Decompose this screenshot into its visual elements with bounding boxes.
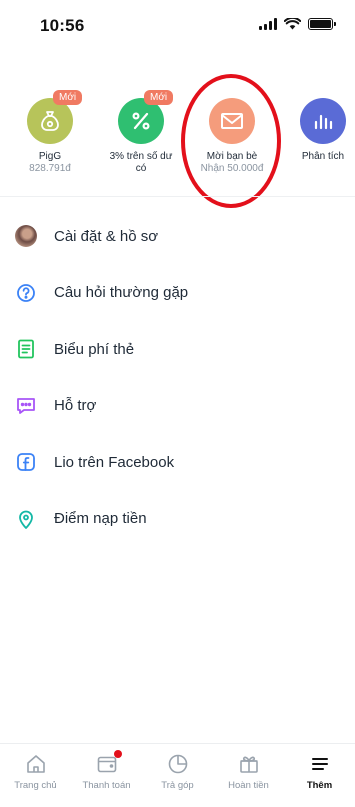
- divider: [0, 196, 355, 197]
- bottom-nav: Trang chủ Thanh toán Trả góp Hoàn tiền T…: [0, 743, 355, 807]
- chat-bubble-icon: [17, 397, 35, 414]
- tab-more[interactable]: Thêm: [284, 744, 355, 807]
- menu-item-label: Lio trên Facebook: [54, 453, 175, 471]
- location-pin-icon: [19, 510, 33, 529]
- new-badge: Mới: [144, 90, 174, 105]
- feature-pigg-circle: Mới: [27, 90, 83, 144]
- feature-analytics-circle: [300, 98, 346, 144]
- cellular-signal-icon: [259, 18, 277, 30]
- feature-shortcuts: Mới PigG 828.791đ Mới 3% trên số dư có M…: [0, 90, 355, 200]
- tab-installment[interactable]: Trả góp: [142, 744, 213, 807]
- avatar: [15, 225, 37, 248]
- pie-chart-icon: [168, 754, 187, 774]
- feature-analytics[interactable]: Phân tích: [275, 90, 355, 163]
- menu-item-card-fees[interactable]: Biểu phí thẻ: [0, 321, 355, 378]
- tab-label: Thêm: [306, 780, 333, 791]
- tab-label: Thanh toán: [82, 780, 131, 791]
- menu-item-faq[interactable]: Câu hỏi thường gặp: [0, 265, 355, 322]
- feature-label: PigG: [38, 151, 62, 162]
- battery-icon: [308, 18, 336, 30]
- home-icon: [26, 755, 45, 773]
- status-icons: [259, 18, 336, 30]
- menu-item-facebook[interactable]: Lio trên Facebook: [0, 434, 355, 491]
- highlight-ring-annotation: [181, 74, 281, 208]
- tab-cashback[interactable]: Hoàn tiền: [213, 744, 284, 807]
- tab-payment[interactable]: Thanh toán: [71, 744, 142, 807]
- menu-list: Cài đặt & hồ sơ Câu hỏi thường gặp Biểu …: [0, 208, 355, 547]
- tab-label: Trả góp: [161, 780, 194, 791]
- menu-item-support[interactable]: Hỗ trợ: [0, 378, 355, 435]
- tab-label: Trang chủ: [14, 780, 57, 791]
- document-icon: [18, 339, 34, 359]
- feature-interest[interactable]: Mới 3% trên số dư có: [93, 90, 189, 175]
- menu-item-label: Biểu phí thẻ: [54, 340, 135, 358]
- question-circle-icon: [17, 283, 35, 302]
- feature-interest-circle: Mới: [118, 90, 174, 144]
- new-badge: Mới: [53, 90, 83, 105]
- status-bar: 10:56: [0, 0, 355, 50]
- bar-chart-icon: [314, 114, 333, 130]
- menu-item-settings-profile[interactable]: Cài đặt & hồ sơ: [0, 208, 355, 265]
- gift-icon: [239, 756, 258, 773]
- menu-item-label: Điểm nạp tiền: [54, 510, 147, 528]
- feature-label: Phân tích: [301, 151, 345, 162]
- money-bag-icon: [41, 111, 59, 131]
- menu-item-topup-locations[interactable]: Điểm nạp tiền: [0, 491, 355, 548]
- feature-sub: 828.791đ: [29, 163, 71, 174]
- wifi-icon: [284, 18, 301, 30]
- facebook-icon: [17, 453, 35, 472]
- menu-item-label: Hỗ trợ: [54, 397, 97, 415]
- percent-icon: [132, 112, 150, 130]
- feature-label: 3% trên số dư có: [109, 151, 173, 174]
- notification-dot: [113, 750, 122, 758]
- feature-pigg[interactable]: Mới PigG 828.791đ: [2, 90, 98, 175]
- menu-icon: [311, 758, 328, 770]
- status-time: 10:56: [40, 16, 85, 35]
- tab-label: Hoàn tiền: [228, 780, 269, 791]
- menu-item-label: Câu hỏi thường gặp: [54, 284, 189, 302]
- menu-item-label: Cài đặt & hồ sơ: [54, 227, 159, 245]
- tab-home[interactable]: Trang chủ: [0, 744, 71, 807]
